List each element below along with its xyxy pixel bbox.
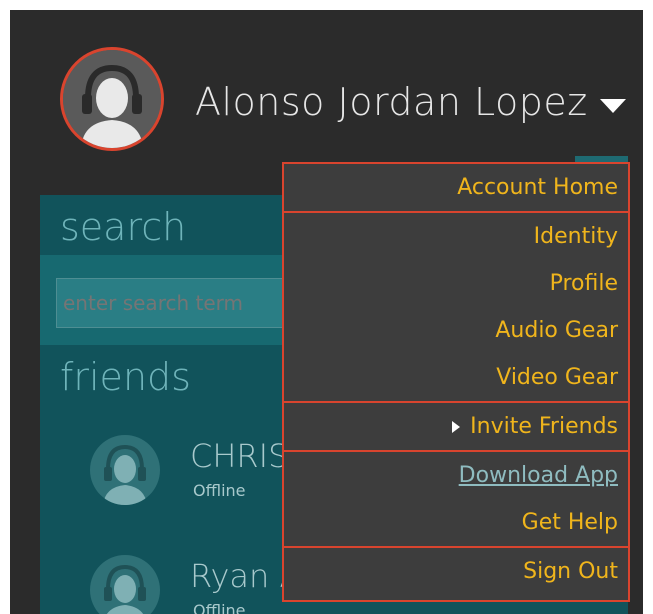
- menu-group-help: Download App Get Help: [284, 452, 628, 548]
- menu-group-invite: Invite Friends: [284, 403, 628, 452]
- menu-group-signout: Sign Out: [284, 548, 628, 595]
- menu-item-invite-friends[interactable]: Invite Friends: [284, 403, 628, 450]
- menu-item-label: Invite Friends: [470, 414, 618, 439]
- search-title: search: [60, 205, 187, 249]
- triangle-right-icon: [452, 421, 461, 433]
- menu-item-video-gear[interactable]: Video Gear: [284, 354, 628, 401]
- avatar-silhouette-icon: [63, 50, 161, 148]
- menu-item-get-help[interactable]: Get Help: [284, 499, 628, 546]
- menu-group-settings: Identity Profile Audio Gear Video Gear: [284, 213, 628, 403]
- menu-item-sign-out[interactable]: Sign Out: [284, 548, 628, 595]
- menu-item-download-app[interactable]: Download App: [284, 452, 628, 499]
- friend-avatar-icon: [90, 435, 160, 505]
- menu-item-profile[interactable]: Profile: [284, 260, 628, 307]
- app-frame: Alonso Jordan Lopez search friends CHRIS…: [10, 10, 643, 614]
- menu-item-audio-gear[interactable]: Audio Gear: [284, 307, 628, 354]
- friends-title: friends: [60, 355, 191, 399]
- friend-avatar-icon: [90, 555, 160, 614]
- menu-item-identity[interactable]: Identity: [284, 213, 628, 260]
- friend-status: Offline: [193, 481, 246, 500]
- menu-group-home: Account Home: [284, 164, 628, 213]
- menu-item-account-home[interactable]: Account Home: [284, 164, 628, 211]
- chevron-down-icon[interactable]: [600, 99, 626, 113]
- friend-status: Offline: [193, 601, 246, 614]
- user-name[interactable]: Alonso Jordan Lopez: [195, 80, 588, 124]
- account-dropdown-menu: Account Home Identity Profile Audio Gear…: [282, 162, 630, 602]
- user-avatar[interactable]: [60, 47, 164, 151]
